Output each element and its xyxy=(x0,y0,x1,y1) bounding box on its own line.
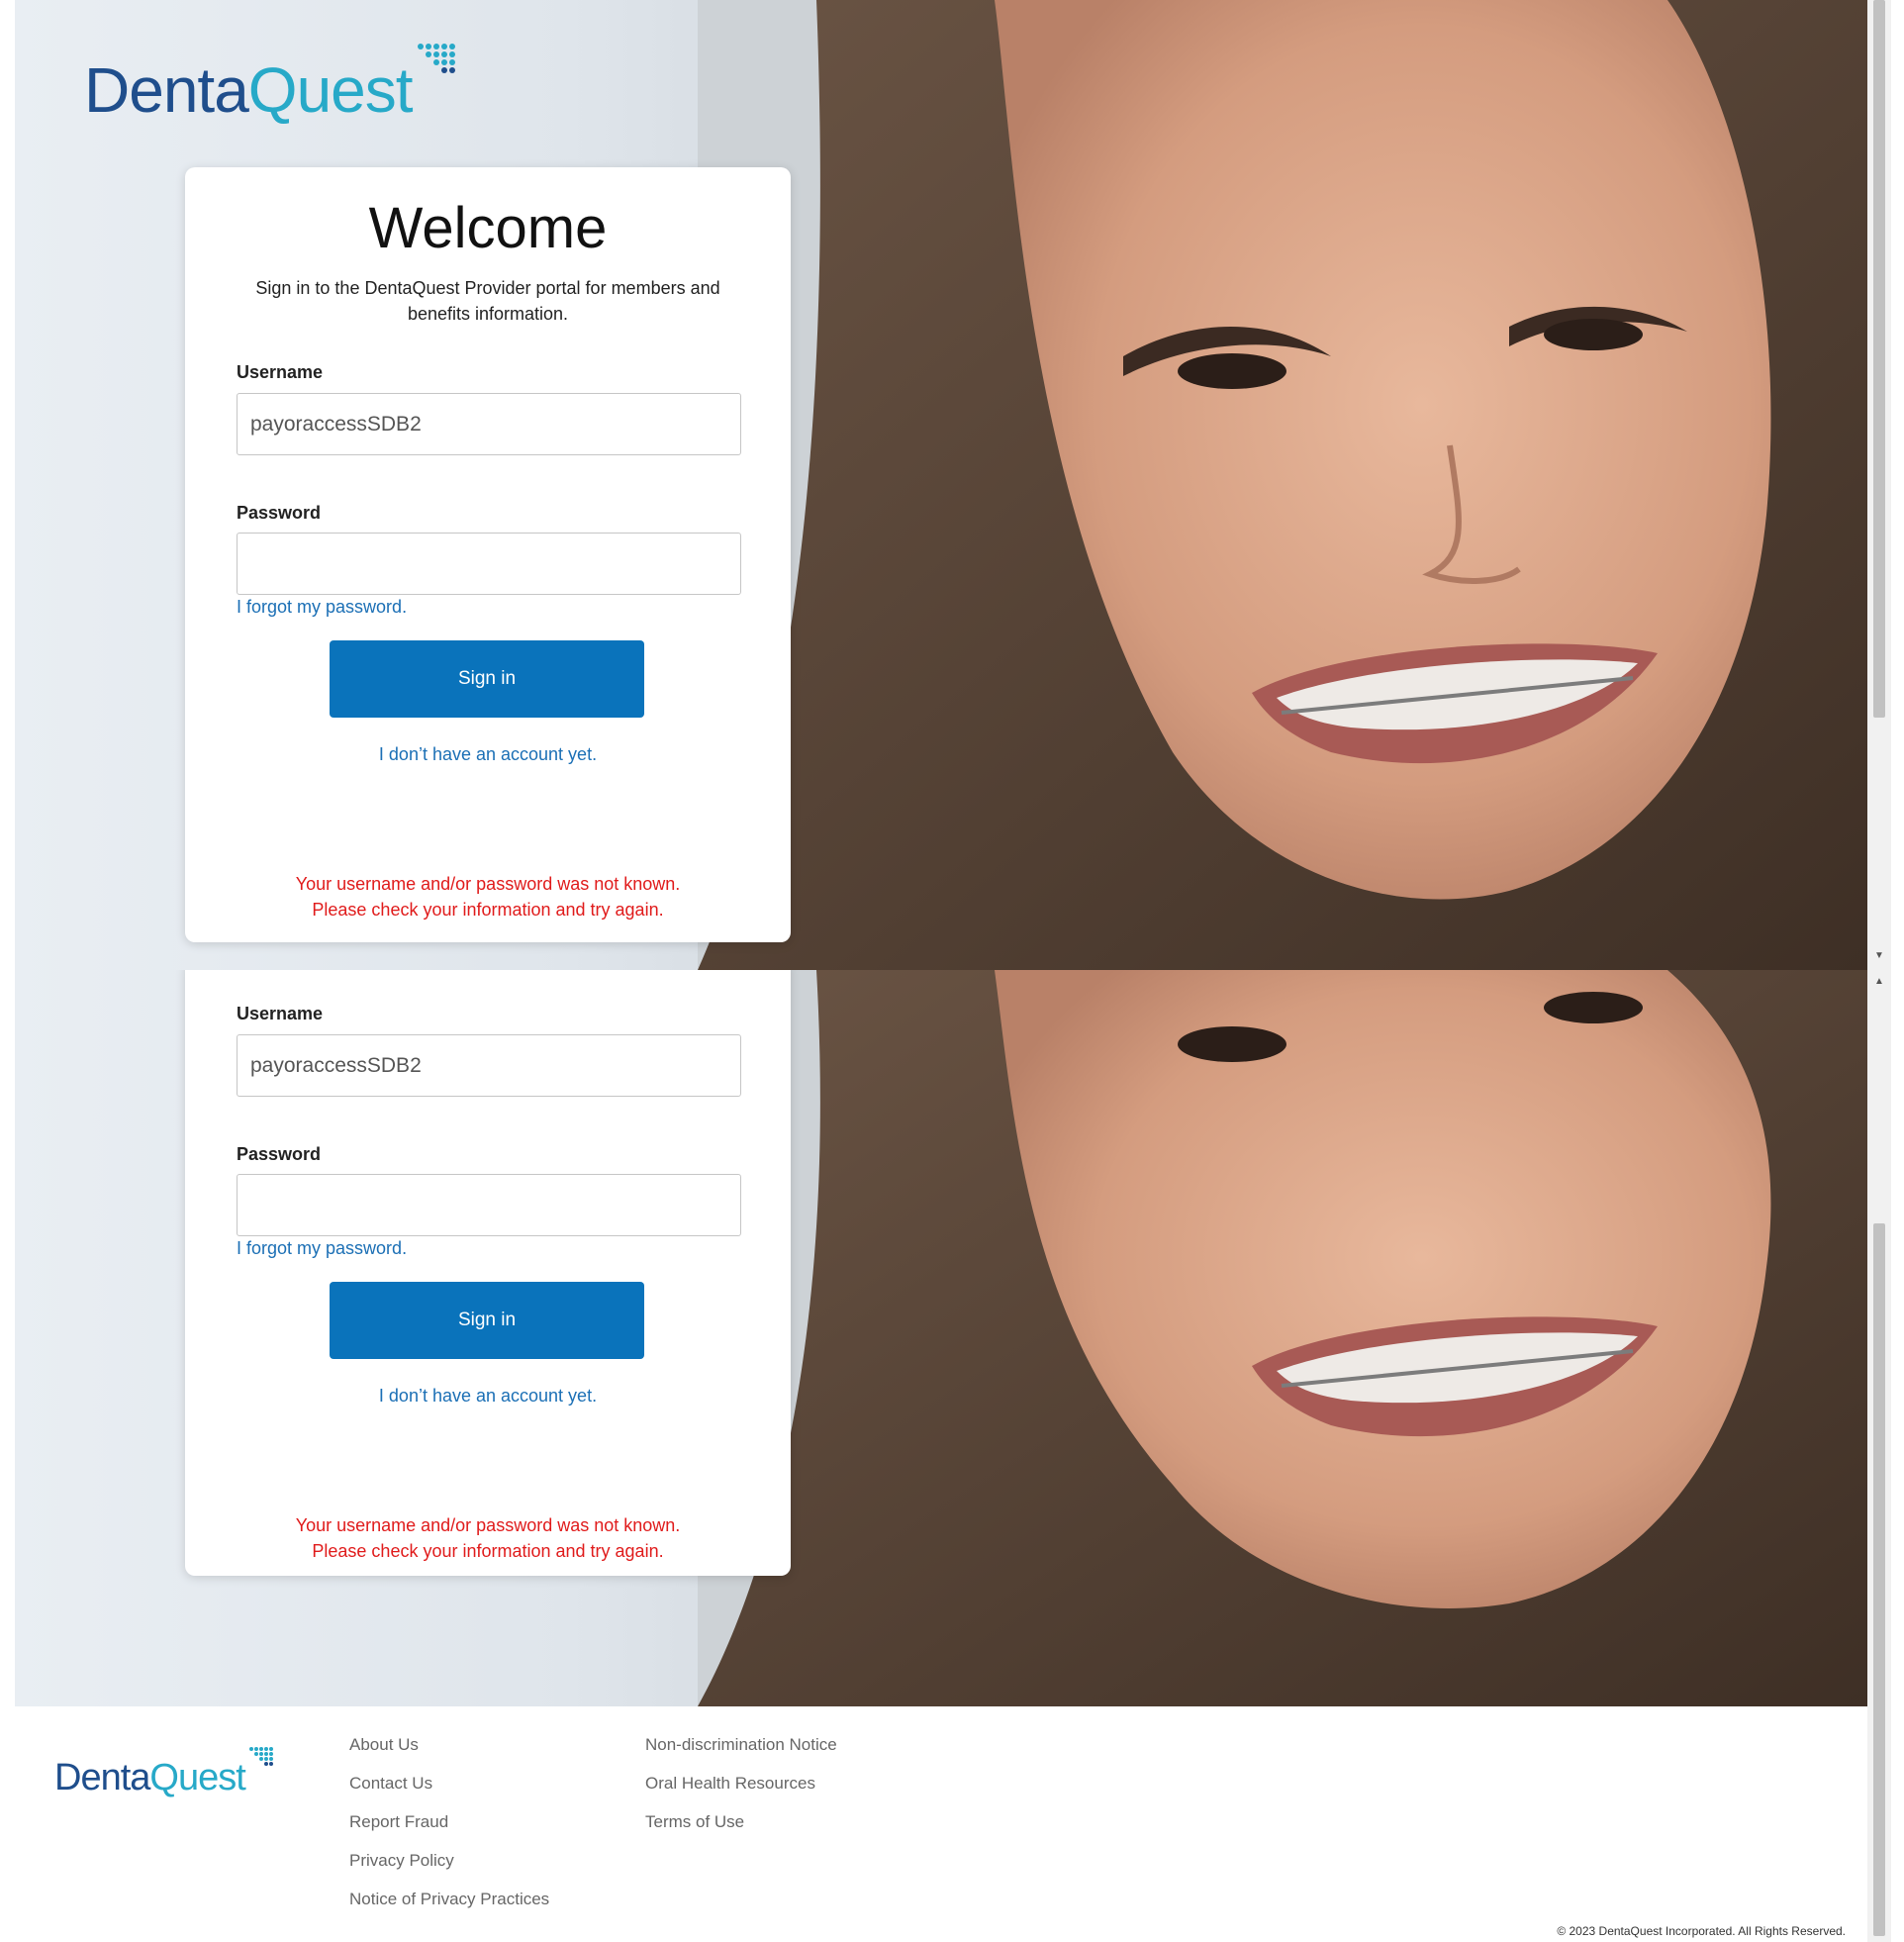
username-label: Username xyxy=(237,362,324,382)
scrollbar-thumb[interactable] xyxy=(1873,0,1885,718)
footer-links-col2: Non-discrimination Notice Oral Health Re… xyxy=(645,1734,837,1850)
password-label: Password xyxy=(237,503,322,523)
smiling-girl-photo xyxy=(698,0,1867,970)
password-input[interactable] xyxy=(237,533,741,595)
dentaquest-dots-logo-icon xyxy=(417,44,455,73)
sign-in-button[interactable]: Sign in xyxy=(330,640,644,718)
footer-dentaquest-logo[interactable]: Denta Quest xyxy=(54,1746,277,1799)
footer-link-notice-privacy-practices[interactable]: Notice of Privacy Practices xyxy=(349,1889,549,1927)
footer-link-contact-us[interactable]: Contact Us xyxy=(349,1773,549,1811)
login-card-scrolled: Username payoraccessSDB2 Password I forg… xyxy=(185,970,791,1576)
logo-text-denta: Denta xyxy=(84,54,249,126)
password-label: Password xyxy=(237,1144,322,1164)
no-account-link[interactable]: I don’t have an account yet. xyxy=(185,1386,791,1407)
intro-text: Sign in to the DentaQuest Provider porta… xyxy=(255,278,720,324)
footer-link-oral-health-resources[interactable]: Oral Health Resources xyxy=(645,1773,837,1811)
vertical-scrollbar-top[interactable]: ▼ xyxy=(1867,0,1891,970)
footer-link-privacy-policy[interactable]: Privacy Policy xyxy=(349,1850,549,1889)
smiling-girl-photo xyxy=(698,970,1867,1706)
dentaquest-dots-logo-icon xyxy=(248,1747,273,1766)
scroll-down-arrow-icon[interactable]: ▼ xyxy=(1867,950,1891,961)
footer-logo-text-denta: Denta xyxy=(54,1757,150,1798)
username-input[interactable]: payoraccessSDB2 xyxy=(237,393,741,455)
login-error-line-2: Please check your information and try ag… xyxy=(312,1541,664,1561)
username-input[interactable]: payoraccessSDB2 xyxy=(237,1034,741,1097)
footer-logo-text-quest: Quest xyxy=(149,1757,245,1798)
login-error-line-2: Please check your information and try ag… xyxy=(312,900,664,920)
footer-link-report-fraud[interactable]: Report Fraud xyxy=(349,1811,549,1850)
forgot-password-link[interactable]: I forgot my password. xyxy=(237,597,407,618)
logo-text-quest: Quest xyxy=(247,54,414,126)
vertical-scrollbar-bottom[interactable]: ▲ xyxy=(1867,970,1891,1942)
username-label: Username xyxy=(237,1004,324,1023)
footer-link-about-us[interactable]: About Us xyxy=(349,1734,549,1773)
scroll-up-arrow-icon[interactable]: ▲ xyxy=(1867,976,1891,987)
site-footer: Denta Quest About Us Contact Us Report Fr… xyxy=(15,1706,1867,1942)
scrollbar-thumb[interactable] xyxy=(1873,1223,1885,1936)
sign-in-button[interactable]: Sign in xyxy=(330,1282,644,1359)
copyright-text: © 2023 DentaQuest Incorporated. All Righ… xyxy=(1557,1924,1846,1938)
footer-link-non-discrimination[interactable]: Non-discrimination Notice xyxy=(645,1734,837,1773)
login-hero-top: Denta Quest Welcome Sign in to the DentaQ… xyxy=(15,0,1867,970)
forgot-password-link[interactable]: I forgot my password. xyxy=(237,1238,407,1259)
no-account-link[interactable]: I don’t have an account yet. xyxy=(185,744,791,765)
welcome-heading: Welcome xyxy=(368,196,608,260)
left-margin xyxy=(0,0,15,1942)
login-card: Welcome Sign in to the DentaQuest Provid… xyxy=(185,167,791,942)
footer-link-terms-of-use[interactable]: Terms of Use xyxy=(645,1811,837,1850)
login-error-line-1: Your username and/or password was not kn… xyxy=(295,874,681,894)
login-hero-bottom: Username payoraccessSDB2 Password I forg… xyxy=(15,970,1867,1706)
login-error-line-1: Your username and/or password was not kn… xyxy=(295,1515,681,1535)
footer-links-col1: About Us Contact Us Report Fraud Privacy… xyxy=(349,1734,549,1927)
password-input[interactable] xyxy=(237,1174,741,1236)
dentaquest-logo[interactable]: Denta Quest xyxy=(84,42,462,127)
